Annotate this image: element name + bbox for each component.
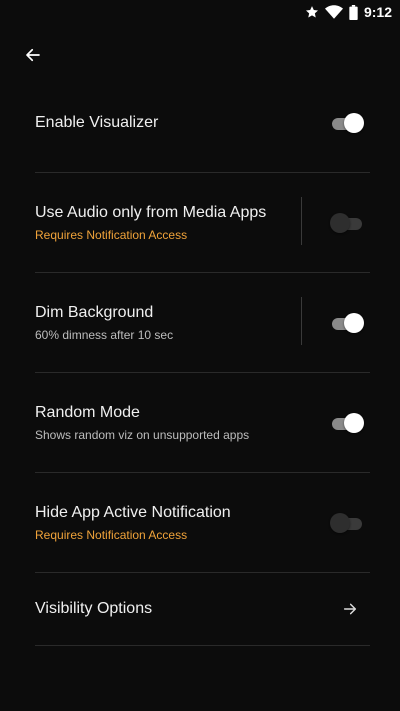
audio-media-apps-toggle[interactable]	[330, 212, 362, 233]
setting-subtitle: Requires Notification Access	[35, 227, 188, 242]
setting-enable-visualizer[interactable]: Enable Visualizer	[35, 74, 370, 173]
arrow-right-icon	[342, 601, 358, 617]
setting-title: Hide App Active Notification	[35, 503, 231, 521]
setting-title: Random Mode	[35, 403, 140, 421]
arrow-left-icon	[24, 46, 42, 69]
setting-title: Use Audio only from Media Apps	[35, 203, 267, 221]
status-bar: 9:12	[0, 0, 400, 24]
enable-visualizer-toggle[interactable]	[332, 113, 364, 133]
wifi-icon	[324, 5, 343, 19]
setting-title: Enable Visualizer	[35, 114, 159, 131]
setting-subtitle: Shows random viz on unsupported apps	[35, 427, 250, 442]
settings-list: Enable Visualizer Use Audio only from Me…	[0, 74, 400, 646]
setting-visibility-options[interactable]: Visibility Options	[35, 573, 370, 646]
setting-title: Visibility Options	[35, 600, 153, 617]
setting-dim-background[interactable]: Dim Background 60% dimness after 10 sec	[35, 273, 370, 373]
setting-hide-app-notification[interactable]: Hide App Active Notification Requires No…	[35, 473, 370, 573]
vertical-divider	[301, 297, 302, 345]
setting-title: Dim Background	[35, 303, 154, 321]
setting-random-mode[interactable]: Random Mode Shows random viz on unsuppor…	[35, 373, 370, 473]
setting-subtitle: 60% dimness after 10 sec	[35, 327, 174, 342]
dim-background-toggle[interactable]	[332, 312, 364, 333]
battery-icon	[349, 4, 358, 20]
setting-audio-media-apps[interactable]: Use Audio only from Media Apps Requires …	[35, 173, 370, 273]
setting-subtitle: Requires Notification Access	[35, 527, 188, 542]
random-mode-toggle[interactable]	[332, 412, 364, 433]
hide-app-notification-toggle[interactable]	[330, 512, 362, 533]
star-icon	[305, 5, 319, 19]
back-button[interactable]	[20, 44, 46, 70]
clock: 9:12	[363, 4, 392, 20]
vertical-divider	[301, 197, 302, 245]
